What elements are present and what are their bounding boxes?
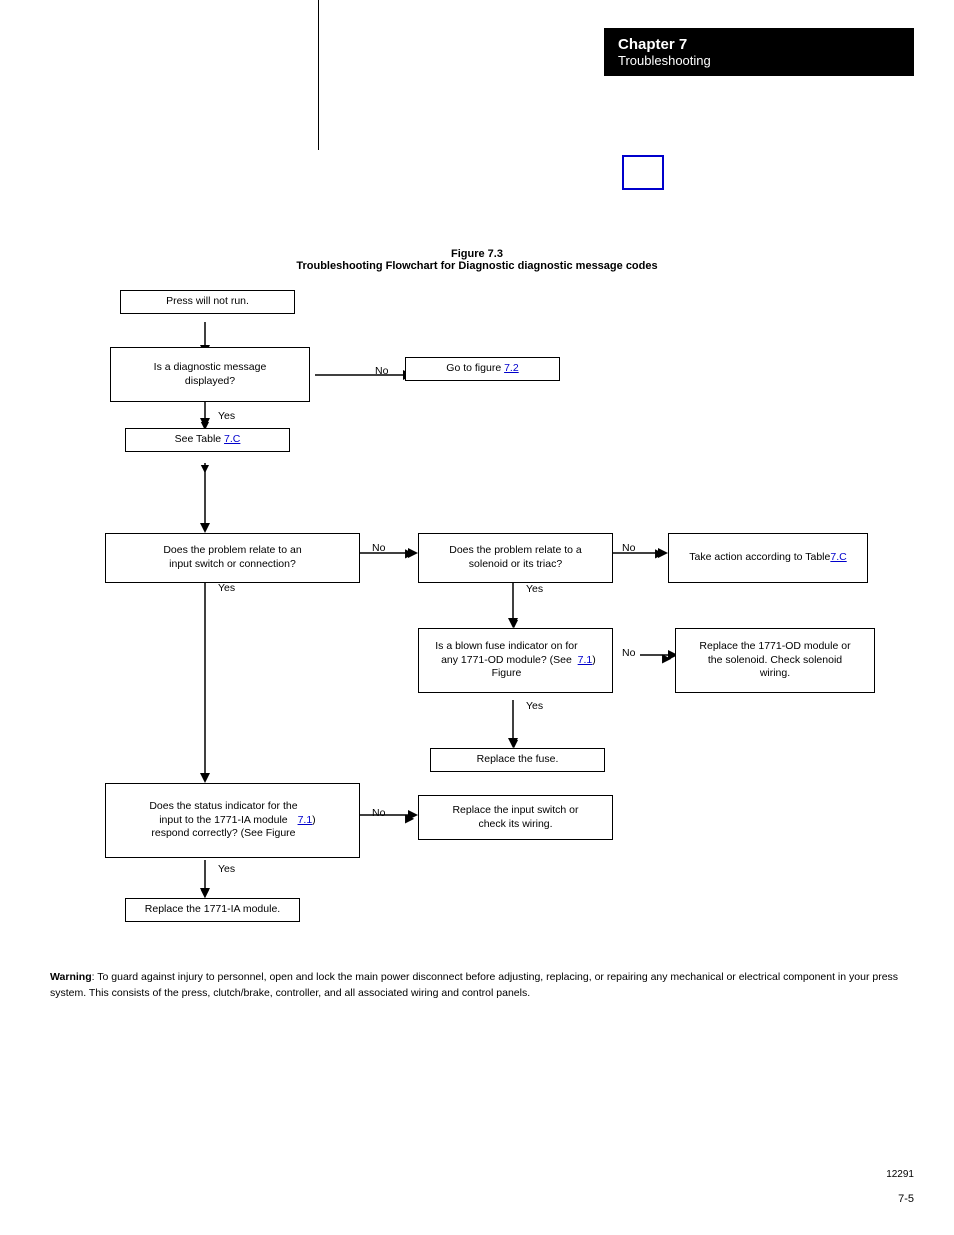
box-diagnostic-msg: Is a diagnostic messagedisplayed? <box>110 347 310 402</box>
box-blown-fuse: Is a blown fuse indicator on forany 1771… <box>418 628 613 693</box>
arrow-right-1: ▶ <box>405 546 414 560</box>
link-table-7c-1[interactable]: 7.C <box>224 433 240 445</box>
chapter-number: Chapter 7 <box>618 36 900 53</box>
figure-title-area: Figure 7.3 Troubleshooting Flowchart for… <box>296 248 657 272</box>
chapter-box: Chapter 7 Troubleshooting <box>604 28 914 76</box>
arrow-down-2: ▼ <box>198 460 212 476</box>
box-replace-1771ia: Replace the 1771-IA module. <box>125 898 300 922</box>
box-take-action: Take action according to Table7.C <box>668 533 868 583</box>
box-problem-solenoid: Does the problem relate to asolenoid or … <box>418 533 613 583</box>
warning-section: Warning: To guard against injury to pers… <box>50 970 914 1002</box>
link-figure-71-2[interactable]: 7.1 <box>298 814 313 828</box>
box-replace-fuse: Replace the fuse. <box>430 748 605 772</box>
box-status-indicator: Does the status indicator for theinput t… <box>105 783 360 858</box>
label-yes-2: Yes <box>526 583 543 595</box>
link-figure-71-1[interactable]: 7.1 <box>578 654 593 668</box>
box-see-table: See Table 7.C <box>125 428 290 452</box>
blue-rect-decoration <box>622 155 664 190</box>
header-area: Chapter 7 Troubleshooting <box>604 28 914 76</box>
figure-number: Figure 7.3 <box>296 248 657 260</box>
chapter-title: Troubleshooting <box>618 53 900 68</box>
link-figure-72[interactable]: 7.2 <box>504 362 519 374</box>
arrow-right-3: ▶ <box>662 651 671 665</box>
label-no-4: No <box>622 647 635 659</box>
label-yes-3: Yes <box>526 700 543 712</box>
left-divider-line <box>318 0 319 150</box>
figure-description: Troubleshooting Flowchart for Diagnostic… <box>296 260 657 272</box>
label-yes-5: Yes <box>218 863 235 875</box>
label-yes-1: Yes <box>218 410 235 422</box>
warning-text: : To guard against injury to personnel, … <box>50 971 898 999</box>
label-no-2: No <box>372 542 385 554</box>
document-number: 12291 <box>886 1169 914 1180</box>
arrow-right-2: ▶ <box>655 546 664 560</box>
label-no-1: No <box>375 365 388 377</box>
warning-label: Warning <box>50 971 92 983</box>
link-table-7c-2[interactable]: 7.C <box>830 551 846 565</box>
box-replace-1771od: Replace the 1771-OD module orthe solenoi… <box>675 628 875 693</box>
box-press-not-run: Press will not run. <box>120 290 295 314</box>
label-no-5: No <box>372 807 385 819</box>
box-problem-input: Does the problem relate to aninput switc… <box>105 533 360 583</box>
box-replace-input-switch: Replace the input switch orcheck its wir… <box>418 795 613 840</box>
label-yes-4: Yes <box>218 582 235 594</box>
arrow-right-4: ▶ <box>405 811 414 825</box>
label-no-3: No <box>622 542 635 554</box>
page-number: 7-5 <box>898 1193 914 1205</box>
box-go-to-figure: Go to figure 7.2 <box>405 357 560 381</box>
